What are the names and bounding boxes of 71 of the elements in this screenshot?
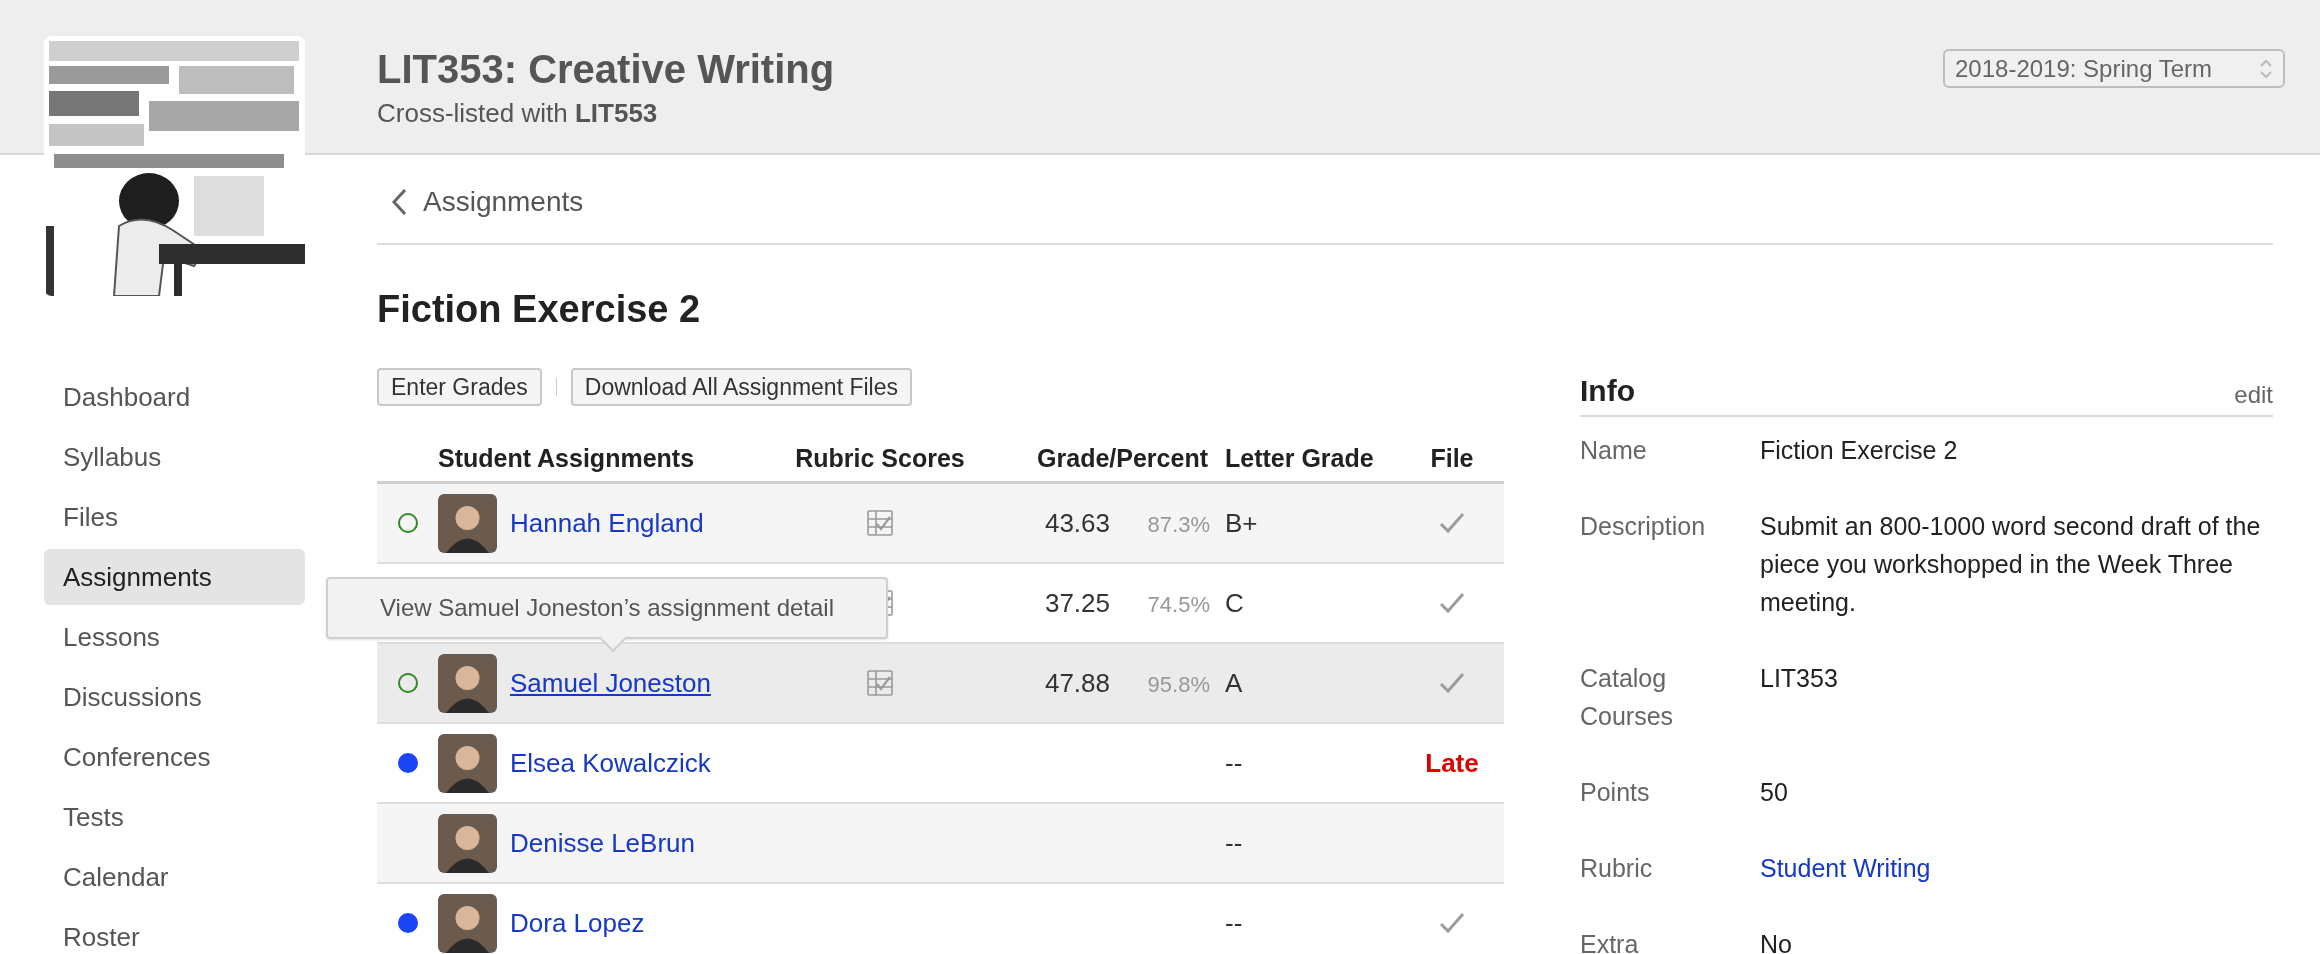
chevron-left-icon xyxy=(391,188,407,216)
letter-grade: -- xyxy=(1225,747,1243,778)
sidebar-item[interactable]: Tests xyxy=(44,789,305,845)
tooltip-text: View Samuel Joneston’s assignment detail xyxy=(379,593,834,623)
back-link[interactable]: Assignments xyxy=(391,181,584,223)
assignment-title: Fiction Exercise 2 xyxy=(377,287,702,332)
sidebar-item[interactable]: Files xyxy=(44,489,305,545)
avatar xyxy=(438,733,497,793)
column-header: Letter Grade xyxy=(1224,442,1375,474)
check-icon xyxy=(1439,512,1465,534)
edit-link[interactable]: edit xyxy=(2234,377,2273,413)
percent-value: 87.3% xyxy=(1147,511,1210,537)
field-value: No xyxy=(1760,929,1793,954)
field-value: 50 xyxy=(1760,777,1789,808)
sidebar-item[interactable]: Assignments xyxy=(44,549,305,605)
student-link[interactable]: Elsea Kowalczick xyxy=(510,747,711,778)
table-row[interactable]: Hannah England 43.63 87.3% B+ xyxy=(377,484,1504,564)
rubric-icon[interactable] xyxy=(866,669,894,697)
column-header: Grade/Percent xyxy=(1037,442,1209,474)
table-row[interactable]: Denisse LeBrun -- xyxy=(377,804,1504,884)
check-icon xyxy=(1439,592,1465,614)
sidebar-item[interactable]: Lessons xyxy=(44,609,305,665)
student-link[interactable]: Dora Lopez xyxy=(510,907,645,938)
field-label: Name xyxy=(1580,435,1648,466)
sidebar-item[interactable]: Roster xyxy=(44,909,305,954)
sidebar-item[interactable]: Calendar xyxy=(44,849,305,905)
letter-grade: A xyxy=(1225,667,1243,698)
course-subtitle: Cross-listed with LIT553 xyxy=(377,97,659,130)
avatar xyxy=(438,493,497,553)
letter-grade: -- xyxy=(1225,827,1243,858)
toolbar-button[interactable]: Download All Assignment Files xyxy=(570,368,912,406)
check-icon xyxy=(1439,672,1465,694)
column-header: Student Assignments xyxy=(438,442,696,474)
avatar xyxy=(438,813,497,873)
field-label: Extra xyxy=(1580,929,1640,954)
letter-grade: -- xyxy=(1225,907,1243,938)
column-header: File xyxy=(1430,442,1474,474)
select-arrows-icon xyxy=(2259,57,2273,80)
field-value: Submit an 800-1000 word second draft of the piece you workshopped in the Week Three meeting. xyxy=(1760,511,2262,618)
sidebar-item[interactable]: Discussions xyxy=(44,669,305,725)
rubric-icon[interactable] xyxy=(866,509,894,537)
field-value: Fiction Exercise 2 xyxy=(1760,435,1959,466)
rubric-link[interactable]: Student Writing xyxy=(1760,849,2273,887)
student-link[interactable]: Samuel Joneston xyxy=(510,667,711,698)
percent-value: 95.8% xyxy=(1147,671,1210,697)
term-select[interactable]: 2018-2019: Spring Term xyxy=(1943,49,2285,88)
grade-value: 37.25 xyxy=(1044,587,1110,618)
sidebar-item[interactable]: Conferences xyxy=(44,729,305,785)
field-label: Description xyxy=(1580,511,1707,542)
field-value: LIT353 xyxy=(1760,663,1839,694)
letter-grade: B+ xyxy=(1225,507,1258,538)
late-label: Late xyxy=(1425,746,1479,780)
info-title: Info xyxy=(1580,373,1635,409)
column-header: Rubric Scores xyxy=(795,442,965,474)
course-title: LIT353: Creative Writing xyxy=(377,46,836,93)
student-link[interactable]: Hannah England xyxy=(510,507,704,538)
student-link[interactable]: Denisse LeBrun xyxy=(510,827,695,858)
check-icon xyxy=(1439,912,1465,934)
sidebar-item[interactable]: Syllabus xyxy=(44,429,305,485)
table-row[interactable]: Samuel Joneston 47.88 95.8% A xyxy=(377,644,1504,724)
field-label: Catalog Courses xyxy=(1580,663,1675,732)
letter-grade: C xyxy=(1225,587,1244,618)
avatar xyxy=(438,653,497,713)
toolbar-button[interactable]: Enter Grades xyxy=(377,368,542,406)
avatar xyxy=(438,893,497,953)
field-label: Rubric xyxy=(1580,853,1654,884)
percent-value: 74.5% xyxy=(1147,591,1210,617)
grade-value: 47.88 xyxy=(1044,667,1110,698)
field-label: Points xyxy=(1580,777,1651,808)
sidebar-item[interactable]: Dashboard xyxy=(44,369,305,425)
grade-value: 43.63 xyxy=(1044,507,1110,538)
